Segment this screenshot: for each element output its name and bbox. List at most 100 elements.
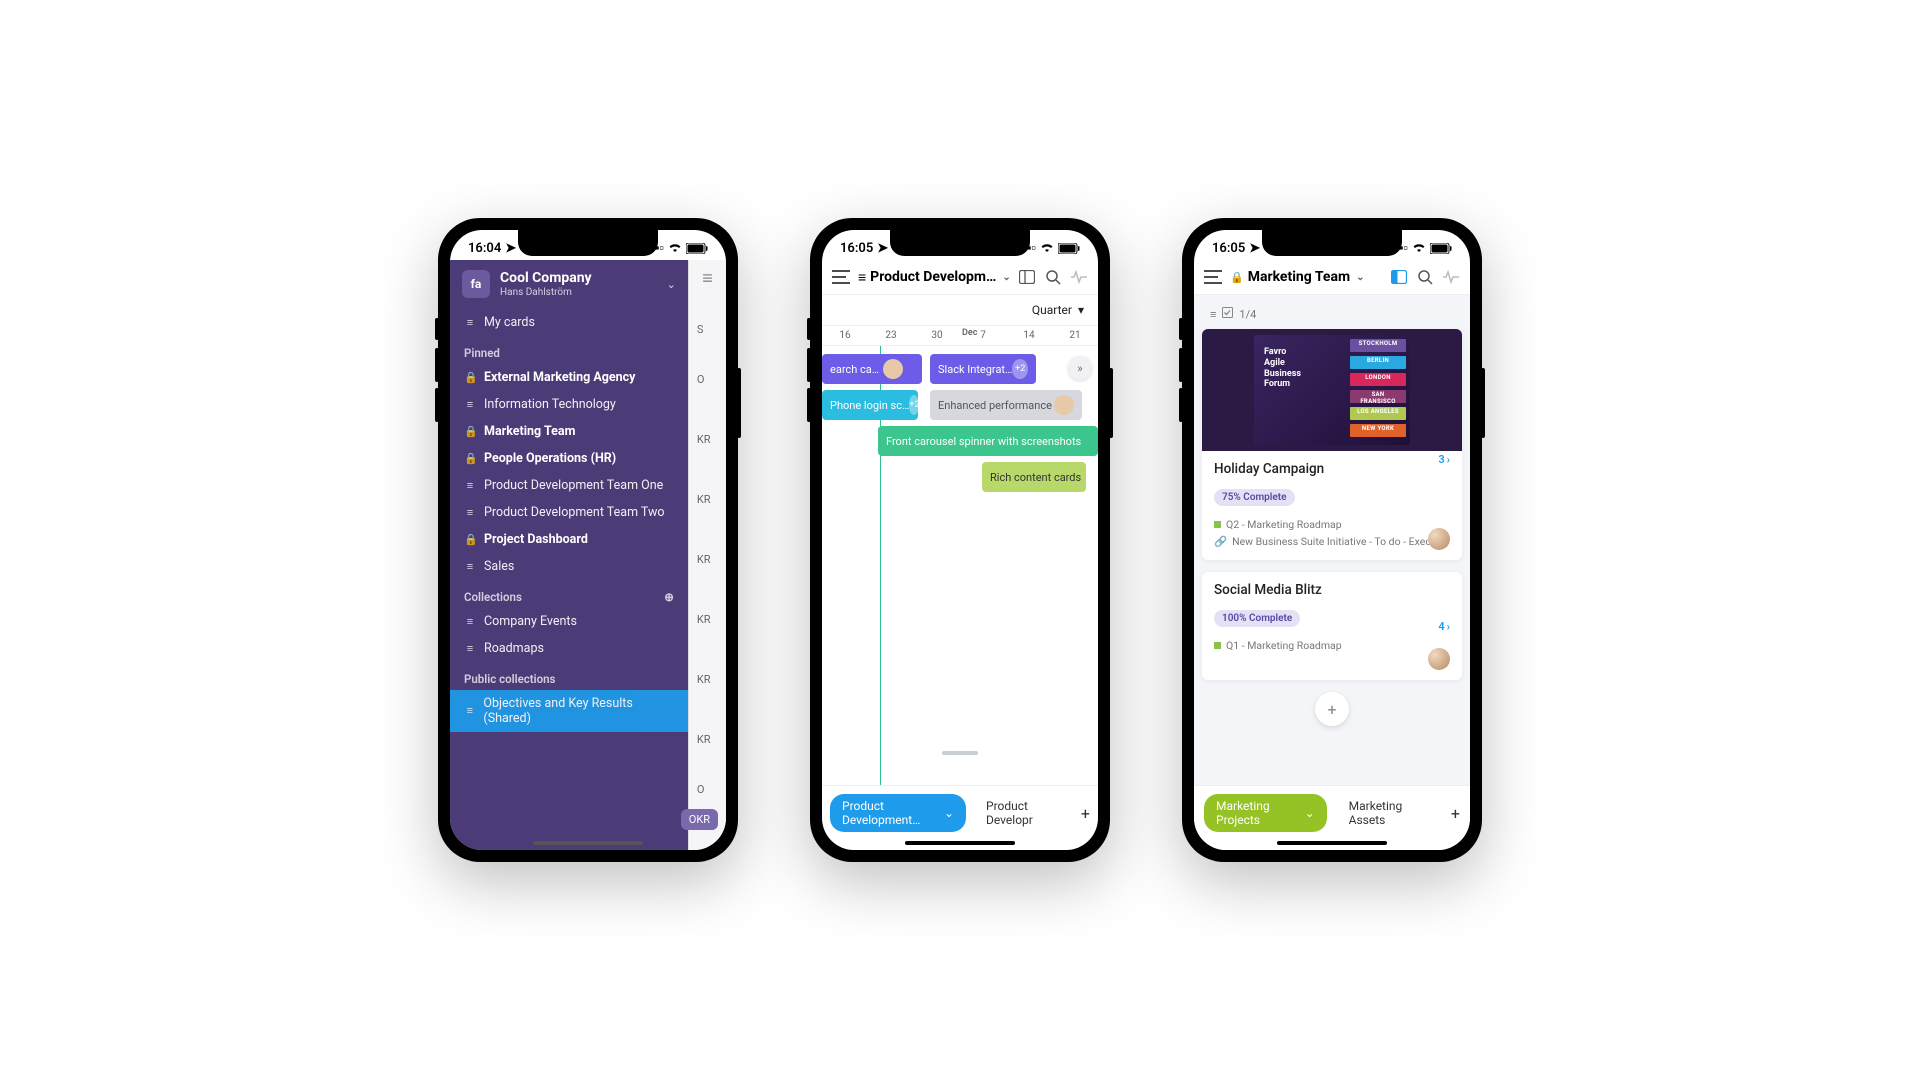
sidebar-item-label: People Operations (HR) (484, 451, 616, 466)
sidebar-item-label: Company Events (484, 614, 577, 629)
month-label: Dec (962, 328, 977, 338)
sidebar-item-label: Information Technology (484, 397, 616, 412)
task-bar-carousel[interactable]: Front carousel spinner with screenshots (878, 426, 1098, 456)
cards-icon: ≡ (464, 316, 476, 329)
sidebar: fa Cool Company Hans Dahlström ⌄ ≡My car… (450, 260, 688, 850)
sidebar-item-events[interactable]: ≡ Company Events (450, 608, 688, 635)
sidebar-item-pdt1[interactable]: ≡Product Development Team One (450, 472, 688, 499)
sidebar-item-sales[interactable]: ≡Sales (450, 553, 688, 580)
top-bar: 🔒 Marketing Team ⌄ (1194, 260, 1470, 295)
task-bar-enhanced[interactable]: Enhanced performance (930, 390, 1082, 420)
tab-active[interactable]: Product Development… ⌄ (830, 794, 966, 832)
gantt-area[interactable]: « » earch ca… Slack Integrat…+2 Phone lo… (822, 346, 1098, 785)
task-bar-login[interactable]: Phone login sc…+2 (822, 390, 918, 420)
card-holiday[interactable]: Favro Agile Business Forum STOCKHOLM BER… (1202, 329, 1462, 560)
add-tab-button[interactable]: + (1451, 804, 1460, 823)
sidebar-item-label: Objectives and Key Results (Shared) (483, 696, 673, 726)
card-relation: 🔗New Business Suite Initiative - To do -… (1214, 535, 1450, 548)
menu-icon[interactable] (1204, 268, 1222, 286)
search-icon[interactable] (1044, 268, 1062, 286)
menu-icon[interactable] (832, 268, 850, 286)
peek-column: ≡ S O KR KR KR KR KR KR O (688, 260, 726, 850)
task-bar-search[interactable]: earch ca… (822, 354, 922, 384)
tab-label: Marketing Projects (1216, 799, 1301, 827)
list-icon: ≡ (464, 642, 476, 655)
tab-active[interactable]: Marketing Projects⌄ (1204, 794, 1327, 832)
sidebar-item-pdt2[interactable]: ≡ Product Development Team Two (450, 499, 688, 526)
list-icon: ≡ (464, 479, 476, 492)
sidebar-item-label: External Marketing Agency (484, 370, 635, 385)
list-icon: ≡ (464, 506, 476, 519)
date-col: 21 (1052, 326, 1098, 345)
row-peek: O (689, 769, 726, 809)
chevron-down-icon: ⌄ (944, 806, 954, 820)
lock-icon: 🔒 (464, 425, 476, 438)
lock-icon: 🔒 (464, 452, 476, 465)
task-label: earch ca… (830, 363, 879, 376)
poster-title: Favro Agile Business Forum (1264, 347, 1314, 390)
avatar (1428, 528, 1450, 550)
sidebar-item-marketing[interactable]: 🔒Marketing Team (450, 418, 688, 445)
menu-icon[interactable]: ≡ (702, 268, 713, 289)
sidebar-item-it[interactable]: ≡ Information Technology (450, 391, 688, 418)
board-title[interactable]: ≡ Product Developm… ⌄ (858, 269, 1010, 286)
wifi-icon (668, 243, 682, 253)
list-icon: ≡ (464, 398, 476, 411)
grab-handle[interactable] (942, 751, 978, 755)
tab-label: Product Development… (842, 799, 940, 827)
avatar (1054, 395, 1074, 415)
list-icon: ≡ (464, 615, 476, 628)
card-list[interactable]: ≡ 1/4 Favro Agile Business Forum STOCKHO… (1194, 295, 1470, 785)
panel-icon[interactable] (1390, 268, 1408, 286)
my-cards-link[interactable]: ≡My cards (450, 309, 688, 336)
panel-icon[interactable] (1018, 268, 1036, 286)
sidebar-item-label: Product Development Team Two (484, 505, 665, 520)
list-icon: ≡ (464, 704, 475, 717)
wifi-icon (1040, 243, 1054, 253)
city-tag: SAN FRANSISCO (1350, 390, 1406, 403)
sidebar-item-ext-marketing[interactable]: 🔒 External Marketing Agency (450, 364, 688, 391)
sidebar-item-hr[interactable]: 🔒 People Operations (HR) (450, 445, 688, 472)
row-peek: KR (689, 419, 726, 459)
count-badge: +2 (909, 395, 918, 415)
card-relation: Q2 - Marketing Roadmap (1214, 518, 1450, 531)
range-selector[interactable]: Quarter ▾ (822, 295, 1098, 325)
okr-chip[interactable]: OKR (681, 809, 718, 830)
task-bar-rich[interactable]: Rich content cards (982, 462, 1086, 492)
tab-other[interactable]: Product Developr (974, 794, 1073, 832)
phone-3: 16:05➤ ▪▪▫ 🔒 Marketing Team ⌄ ≡ 1/4 (1182, 218, 1482, 862)
subtask-count[interactable]: 3› (1438, 453, 1450, 466)
sidebar-item-dashboard[interactable]: 🔒Project Dashboard (450, 526, 688, 553)
task-label: Rich content cards (990, 471, 1081, 484)
lock-icon: 🔒 (464, 371, 476, 384)
activity-icon[interactable] (1442, 268, 1460, 286)
sidebar-item-roadmaps[interactable]: ≡Roadmaps (450, 635, 688, 662)
subtask-count[interactable]: 4› (1438, 620, 1450, 633)
card-social[interactable]: Social Media Blitz 100% Complete 4› Q1 -… (1202, 572, 1462, 680)
battery-icon (1058, 243, 1080, 254)
search-icon[interactable] (1416, 268, 1434, 286)
scroll-right-button[interactable]: » (1068, 356, 1092, 380)
range-label: Quarter (1032, 303, 1072, 317)
sidebar-item-okr-shared[interactable]: ≡ Objectives and Key Results (Shared) (450, 690, 688, 732)
tab-other[interactable]: Marketing Assets (1337, 794, 1441, 832)
org-switcher[interactable]: fa Cool Company Hans Dahlström ⌄ (450, 260, 688, 309)
date-col: 16 (822, 326, 868, 345)
row-peek: O (689, 359, 726, 399)
activity-icon[interactable] (1070, 268, 1088, 286)
row-peek: S (689, 309, 726, 349)
card-title: Social Media Blitz (1214, 582, 1450, 598)
task-bar-slack[interactable]: Slack Integrat…+2 (930, 354, 1036, 384)
board-title[interactable]: 🔒 Marketing Team ⌄ (1230, 269, 1382, 285)
list-icon: ≡ (464, 560, 476, 573)
city-tag: NEW YORK (1350, 424, 1406, 437)
checklist-icon (1222, 307, 1233, 321)
status-time: 16:05 (1212, 241, 1245, 256)
row-peek: KR (689, 539, 726, 579)
user-name: Hans Dahlström (500, 287, 657, 299)
status-time: 16:04 (468, 241, 501, 256)
add-card-button[interactable]: + (1315, 692, 1349, 726)
add-tab-button[interactable]: + (1081, 804, 1090, 823)
title-text: Product Developm… (870, 269, 996, 285)
add-collection-icon[interactable]: ⊕ (664, 590, 674, 604)
